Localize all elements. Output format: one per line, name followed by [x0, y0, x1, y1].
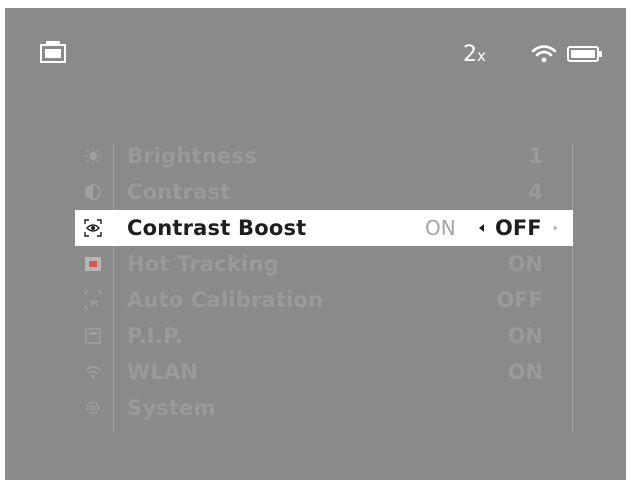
option-on[interactable]: ON	[425, 215, 456, 241]
battery-icon	[567, 46, 602, 62]
device-screen: 2x Brightness 1 Contrast 4 Contrast Boos…	[5, 8, 626, 480]
calibration-icon: M	[84, 291, 102, 309]
menu-item-label: Brightness	[127, 144, 257, 168]
menu-item-contrast-boost[interactable]: Contrast Boost ON OFF	[75, 210, 573, 246]
menu-item-brightness[interactable]: Brightness 1	[75, 138, 573, 174]
menu-item-system[interactable]: System	[75, 390, 573, 426]
menu-item-label: WLAN	[127, 360, 199, 384]
gear-icon	[86, 401, 100, 415]
zoom-unit: x	[477, 47, 486, 65]
arrow-left-icon[interactable]	[479, 224, 484, 232]
menu-item-value: ON	[507, 252, 543, 276]
menu-item-value: 1	[528, 144, 543, 168]
pip-icon	[85, 328, 101, 344]
zoom-value: 2	[463, 42, 477, 67]
wlan-icon	[85, 366, 101, 379]
menu-item-label: Auto Calibration	[127, 288, 324, 312]
zoom-indicator: 2x	[463, 42, 486, 69]
menu-item-value: ON	[507, 324, 543, 348]
menu-item-label: System	[127, 396, 216, 420]
menu-item-value: ON	[507, 360, 543, 384]
menu-item-label: Contrast Boost	[127, 216, 307, 240]
sun-icon	[84, 147, 102, 165]
menu-item-pip[interactable]: P.I.P. ON	[75, 318, 573, 354]
menu-item-contrast[interactable]: Contrast 4	[75, 174, 573, 210]
wifi-icon	[531, 45, 557, 63]
menu-item-value: OFF	[496, 288, 543, 312]
menu-item-label: Contrast	[127, 180, 231, 204]
hot-tracking-icon	[85, 257, 101, 271]
arrow-right-icon[interactable]	[554, 225, 558, 231]
menu-item-label: P.I.P.	[127, 324, 184, 348]
menu-item-wlan[interactable]: WLAN ON	[75, 354, 573, 390]
menu-item-hot-tracking[interactable]: Hot Tracking ON	[75, 246, 573, 282]
svg-text:M: M	[90, 299, 98, 308]
menu-item-auto-calibration[interactable]: M Auto Calibration OFF	[75, 282, 573, 318]
menu-item-label: Hot Tracking	[127, 252, 279, 276]
contrast-icon	[85, 184, 101, 200]
camera-icon	[40, 41, 66, 63]
eye-icon	[84, 219, 102, 237]
menu-item-value: 4	[528, 180, 543, 204]
option-off[interactable]: OFF	[495, 215, 542, 241]
